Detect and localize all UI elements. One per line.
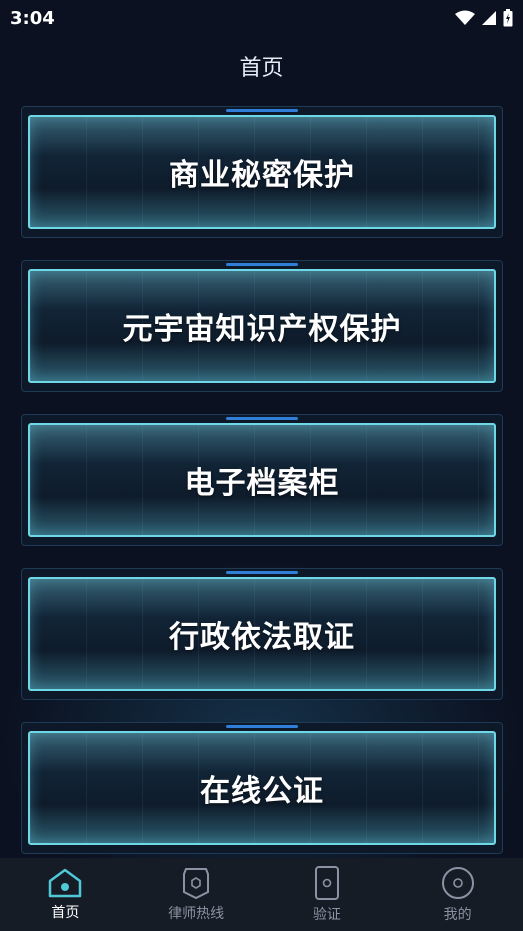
bottom-tab-bar: 首页 律师热线 验证 我的 (0, 858, 523, 931)
page-title: 首页 (239, 56, 284, 81)
card-label: 在线公证 (200, 774, 324, 809)
tab-label: 首页 (51, 905, 80, 921)
card-trade-secret[interactable]: 商业秘密保护 (21, 106, 503, 238)
card-admin-evidence[interactable]: 行政依法取证 (21, 568, 503, 700)
status-time: 3:04 (10, 7, 55, 29)
card-panel: 行政依法取证 (28, 577, 496, 691)
verify-phone-icon (314, 866, 339, 900)
card-metaverse-ip[interactable]: 元宇宙知识产权保护 (21, 260, 503, 392)
card-panel: 在线公证 (28, 731, 496, 845)
feature-card-list: 商业秘密保护 元宇宙知识产权保护 电子档案柜 行政依法取证 在线公证 (21, 106, 503, 876)
card-panel: 电子档案柜 (28, 423, 496, 537)
card-tab-accent (226, 571, 298, 574)
tab-label: 验证 (312, 907, 341, 923)
status-icons (455, 9, 513, 27)
card-label: 电子档案柜 (184, 466, 340, 501)
tab-home[interactable]: 首页 (0, 858, 131, 931)
tab-lawyer-hotline[interactable]: 律师热线 (131, 858, 262, 931)
tab-label: 律师热线 (168, 906, 225, 922)
battery-icon (503, 9, 513, 27)
card-tab-accent (226, 417, 298, 420)
card-label: 商业秘密保护 (169, 158, 355, 193)
home-icon (49, 868, 82, 898)
status-bar: 3:04 (0, 0, 523, 36)
card-panel: 商业秘密保护 (28, 115, 496, 229)
card-label: 行政依法取证 (169, 620, 355, 655)
card-online-notary[interactable]: 在线公证 (21, 722, 503, 854)
tab-label: 我的 (443, 907, 472, 923)
tab-verify[interactable]: 验证 (262, 858, 393, 931)
card-panel: 元宇宙知识产权保护 (28, 269, 496, 383)
wifi-icon (455, 10, 475, 25)
profile-circle-icon (441, 867, 474, 899)
card-label: 元宇宙知识产权保护 (122, 312, 402, 347)
card-e-archive[interactable]: 电子档案柜 (21, 414, 503, 546)
card-tab-accent (226, 263, 298, 266)
card-tab-accent (226, 725, 298, 728)
tab-profile[interactable]: 我的 (392, 858, 523, 931)
card-tab-accent (226, 109, 298, 112)
signal-icon (482, 11, 496, 25)
lawyer-shield-icon (183, 868, 210, 900)
